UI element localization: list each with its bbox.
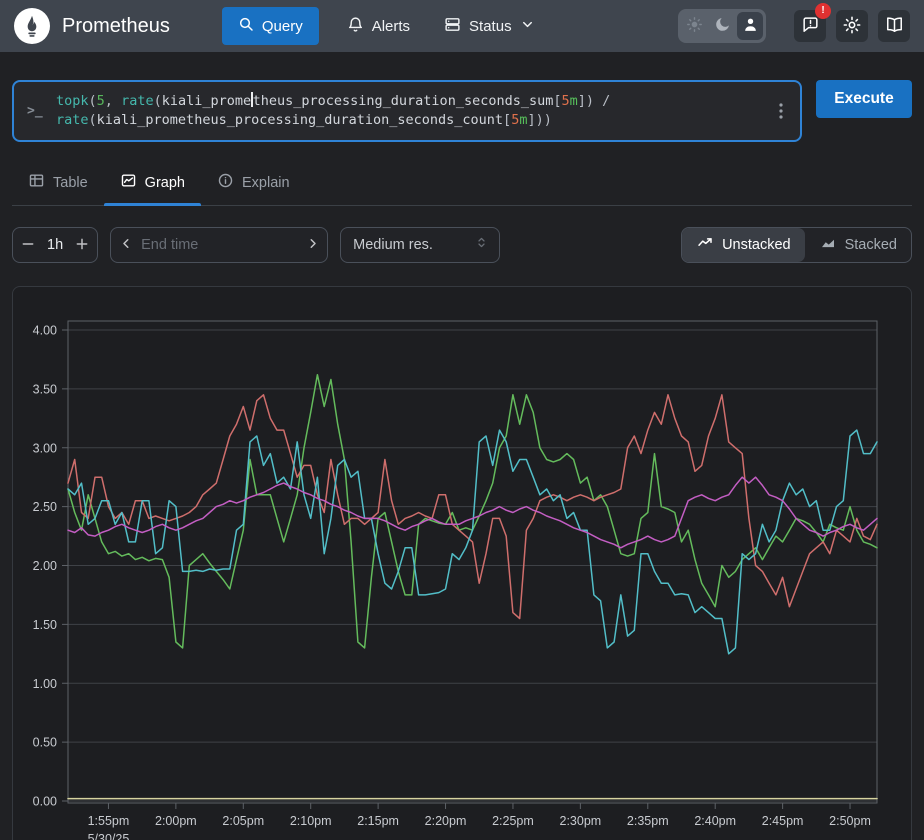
- svg-text:2:15pm: 2:15pm: [357, 814, 399, 828]
- app-title: Prometheus: [62, 15, 170, 38]
- navbar-right: !: [678, 9, 910, 43]
- table-icon: [28, 172, 45, 193]
- notifications-button[interactable]: !: [794, 10, 826, 42]
- svg-text:1.00: 1.00: [33, 677, 57, 691]
- gear-icon: [842, 15, 862, 38]
- book-icon: [885, 15, 904, 37]
- prometheus-logo-icon: [14, 8, 50, 44]
- svg-text:2:45pm: 2:45pm: [762, 814, 804, 828]
- query-row: >_ topk(5, rate(kiali_prometheus_process…: [12, 80, 912, 142]
- search-icon: [238, 16, 254, 36]
- svg-text:2:35pm: 2:35pm: [627, 814, 669, 828]
- svg-text:2:40pm: 2:40pm: [694, 814, 736, 828]
- moon-icon: [714, 16, 731, 36]
- nav-alerts-button[interactable]: Alerts: [341, 8, 416, 45]
- decrease-range-button[interactable]: [13, 228, 43, 262]
- sun-icon: [686, 16, 703, 36]
- execute-button[interactable]: Execute: [816, 80, 912, 118]
- svg-text:2.00: 2.00: [33, 559, 57, 573]
- svg-text:4.00: 4.00: [33, 324, 57, 338]
- area-chart-icon: [819, 234, 837, 256]
- main-nav: Query Alerts Status: [222, 7, 541, 45]
- line-chart-icon: [696, 234, 714, 256]
- query-input[interactable]: >_ topk(5, rate(kiali_prometheus_process…: [12, 80, 802, 142]
- stacked-button[interactable]: Stacked: [805, 228, 911, 262]
- person-icon: [742, 16, 759, 36]
- tab-explain[interactable]: Explain: [201, 164, 306, 205]
- graph-controls: 1h Medium res.: [12, 227, 912, 263]
- terminal-prompt-icon: >_: [27, 104, 43, 119]
- svg-text:2:50pm: 2:50pm: [829, 814, 871, 828]
- time-back-button[interactable]: [111, 228, 141, 262]
- end-time-input[interactable]: [141, 229, 297, 261]
- svg-text:2:20pm: 2:20pm: [425, 814, 467, 828]
- notification-count-badge: !: [815, 3, 831, 19]
- tab-table[interactable]: Table: [12, 164, 104, 205]
- graph-panel: 0.00 0.50 1.00 1.50 2.00 2.50 3.00 3.50 4.00 1:55…: [12, 286, 912, 840]
- theme-system-button[interactable]: [737, 12, 763, 40]
- time-series-chart[interactable]: 0.00 0.50 1.00 1.50 2.00 2.50 3.00 3.50 4.00 1:55…: [13, 287, 911, 840]
- query-expression-line-1: topk(5, rate(kiali_prometheus_processing…: [56, 92, 766, 111]
- chevron-up-down-icon: [474, 235, 489, 255]
- svg-text:0.50: 0.50: [33, 736, 57, 750]
- svg-text:2:05pm: 2:05pm: [222, 814, 264, 828]
- plus-icon: [74, 236, 90, 255]
- increase-range-button[interactable]: [67, 228, 97, 262]
- nav-status-button[interactable]: Status: [438, 8, 541, 45]
- svg-text:1:55pm: 1:55pm: [88, 814, 130, 828]
- settings-button[interactable]: [836, 10, 868, 42]
- server-icon: [444, 16, 461, 37]
- time-forward-button[interactable]: [297, 228, 327, 262]
- theme-light-button[interactable]: [681, 12, 707, 40]
- svg-text:3.50: 3.50: [33, 382, 57, 396]
- result-tabs: Table Graph Explain: [12, 164, 912, 206]
- stacking-toggle: Unstacked Stacked: [681, 227, 912, 263]
- graph-icon: [120, 172, 137, 193]
- svg-text:2:25pm: 2:25pm: [492, 814, 534, 828]
- svg-text:2.50: 2.50: [33, 500, 57, 514]
- chevron-left-icon: [119, 236, 134, 254]
- resolution-value: Medium res.: [353, 237, 433, 253]
- query-options-menu-button[interactable]: [770, 97, 792, 125]
- range-control: 1h: [12, 227, 98, 263]
- nav-query-button[interactable]: Query: [222, 7, 319, 45]
- info-icon: [217, 172, 234, 193]
- documentation-button[interactable]: [878, 10, 910, 42]
- range-value[interactable]: 1h: [43, 237, 67, 253]
- minus-icon: [20, 236, 36, 255]
- svg-text:0.00: 0.00: [33, 795, 57, 809]
- end-time-control: [110, 227, 328, 263]
- message-exclamation-icon: [801, 15, 820, 37]
- tab-graph[interactable]: Graph: [104, 164, 201, 205]
- unstacked-button[interactable]: Unstacked: [682, 228, 805, 262]
- chevron-down-icon: [520, 17, 535, 36]
- theme-dark-button[interactable]: [709, 12, 735, 40]
- svg-text:2:30pm: 2:30pm: [560, 814, 602, 828]
- resolution-select[interactable]: Medium res.: [340, 227, 500, 263]
- bell-icon: [347, 16, 364, 37]
- svg-text:2:10pm: 2:10pm: [290, 814, 332, 828]
- chevron-right-icon: [305, 236, 320, 254]
- query-expression-line-2: rate(kiali_prometheus_processing_duratio…: [56, 111, 766, 130]
- theme-toggle: [678, 9, 766, 43]
- svg-text:2:00pm: 2:00pm: [155, 814, 197, 828]
- svg-text:5/30/25: 5/30/25: [88, 832, 130, 840]
- svg-text:3.00: 3.00: [33, 441, 57, 455]
- svg-text:1.50: 1.50: [33, 618, 57, 632]
- top-navbar: Prometheus Query Alerts: [0, 0, 924, 52]
